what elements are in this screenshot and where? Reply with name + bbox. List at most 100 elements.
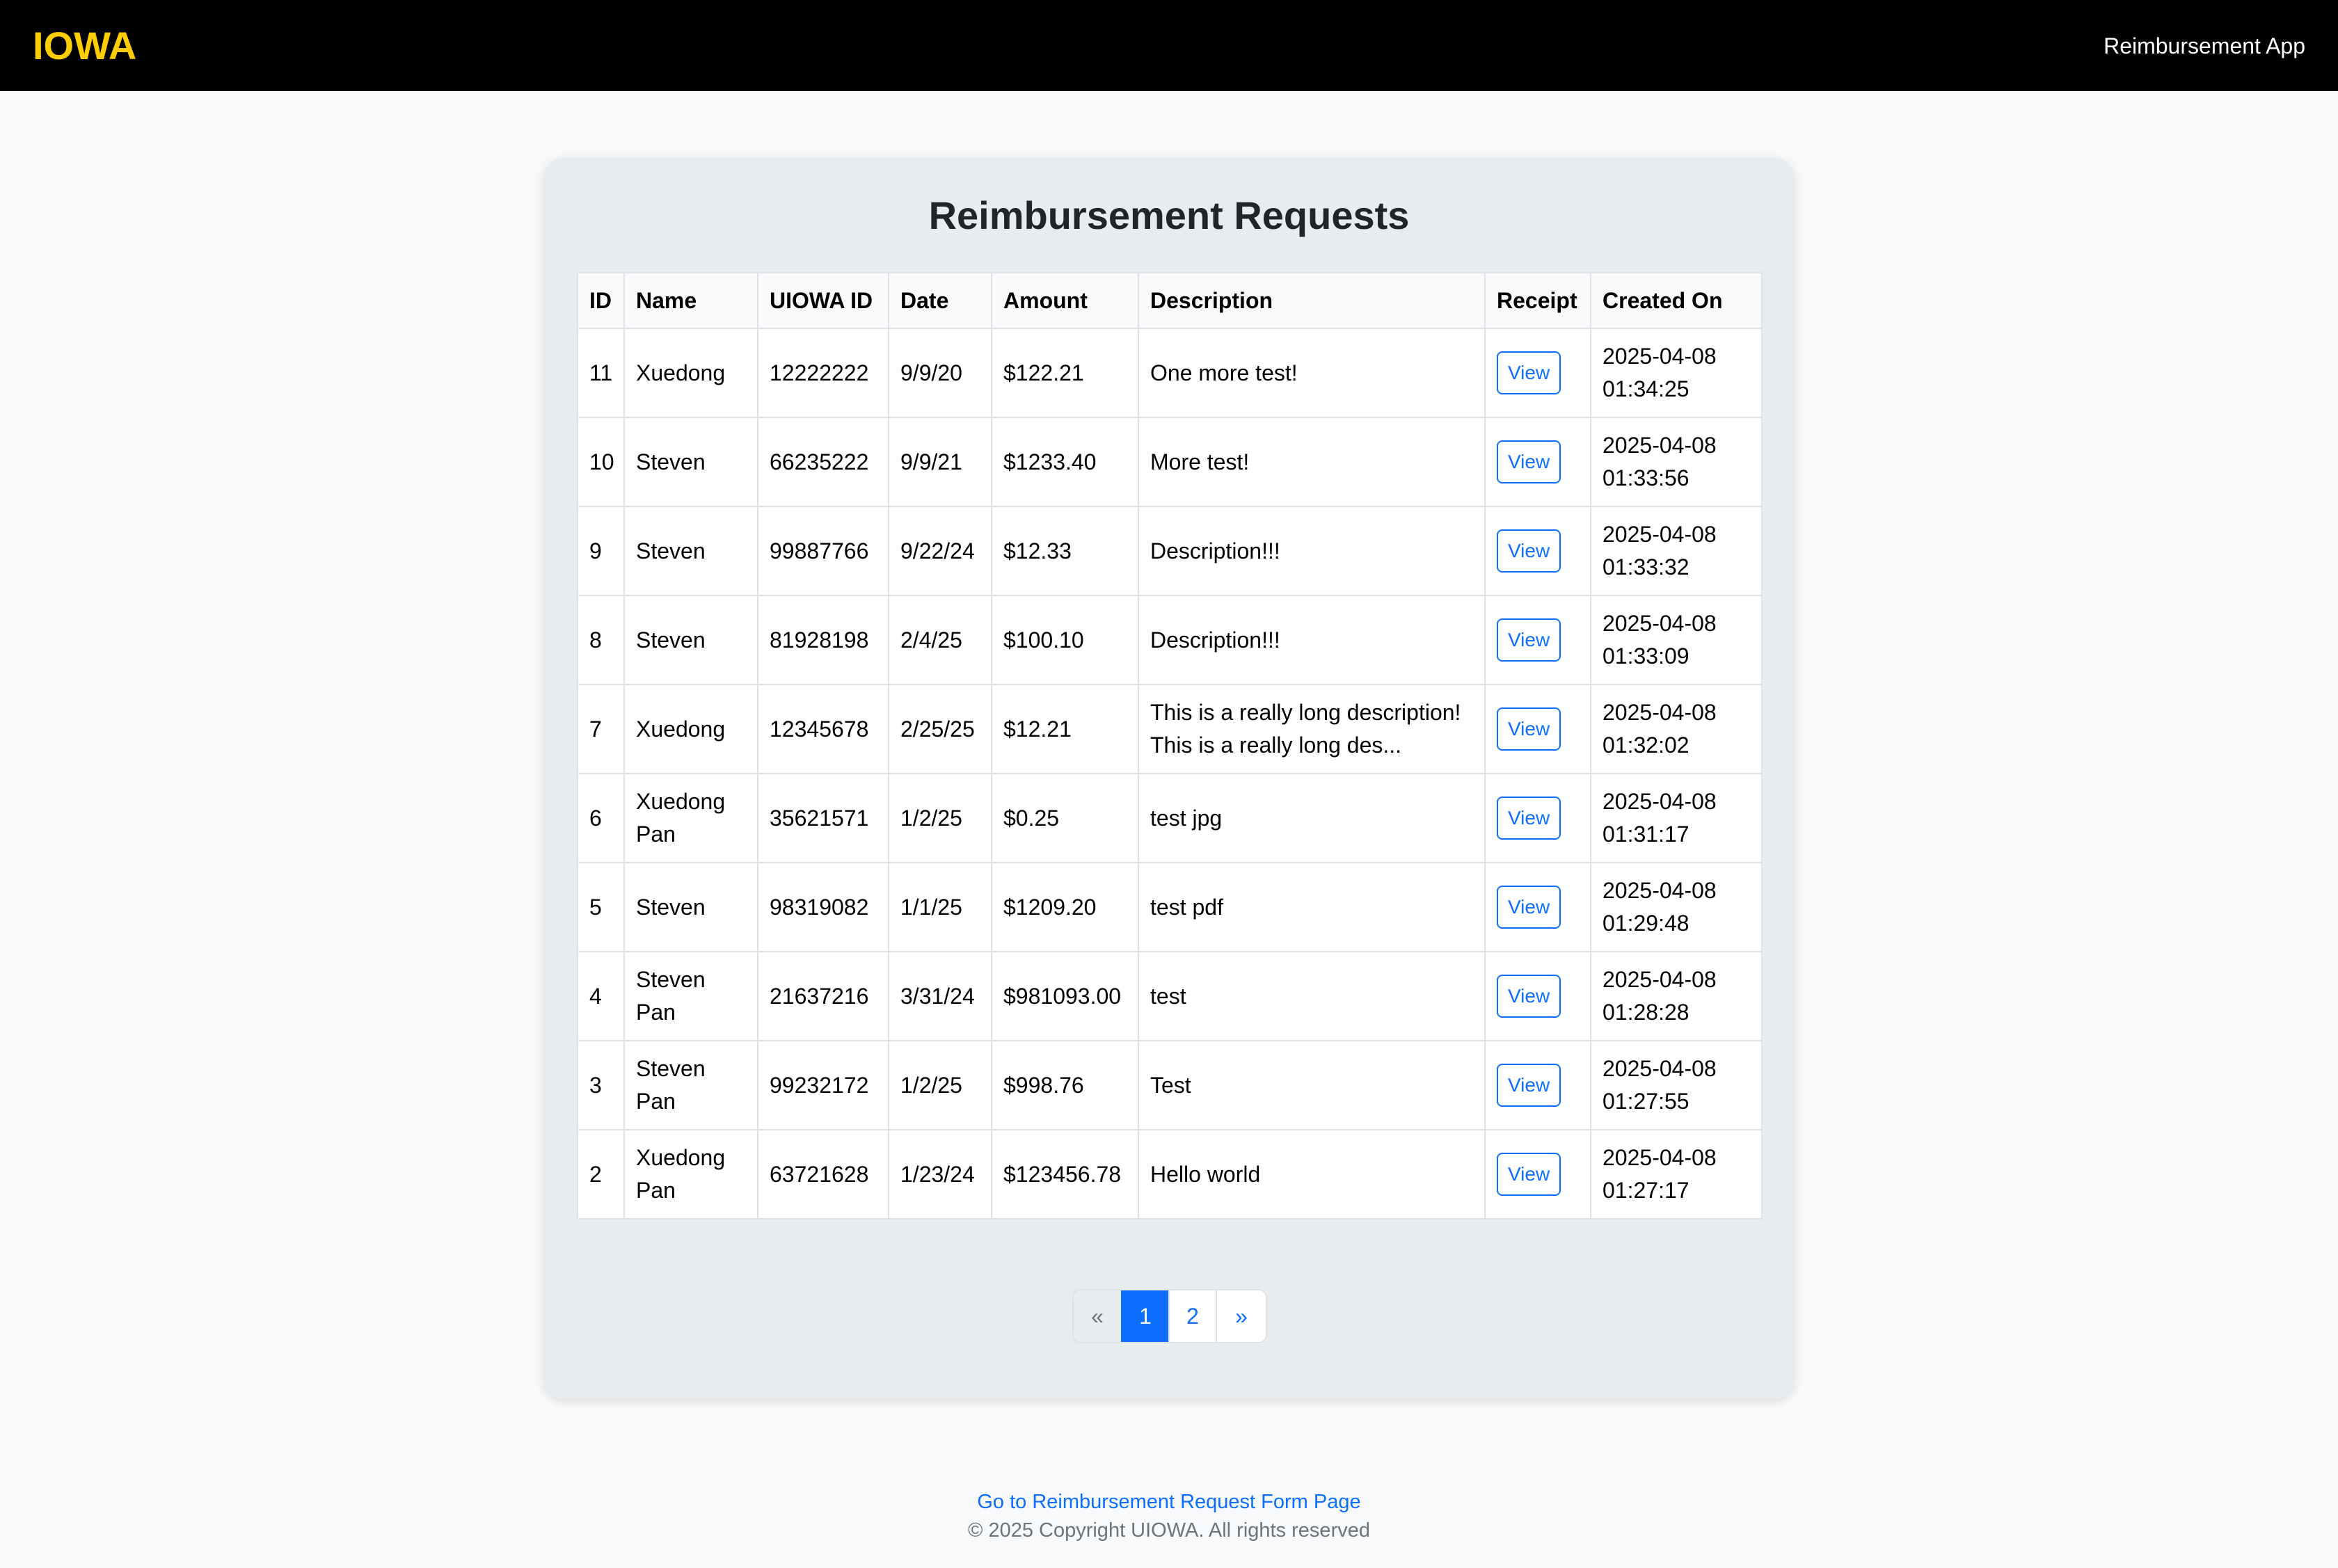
cell-id: 4 xyxy=(577,951,625,1041)
table-row: 9 Steven 99887766 9/22/24 $12.33 Descrip… xyxy=(577,506,1763,596)
cell-receipt: View xyxy=(1484,862,1591,952)
created-time: 01:32:02 xyxy=(1603,733,1689,758)
cell-description: test xyxy=(1138,951,1486,1041)
view-receipt-button[interactable]: View xyxy=(1497,1153,1561,1196)
cell-created-on: 2025-04-08 01:33:32 xyxy=(1590,506,1763,596)
table-row: 3 Steven Pan 99232172 1/2/25 $998.76 Tes… xyxy=(577,1040,1763,1130)
cell-description: Description!!! xyxy=(1138,506,1486,596)
cell-description: Hello world xyxy=(1138,1129,1486,1219)
brand-logo[interactable]: IOWA xyxy=(33,19,136,72)
column-header-amount: Amount xyxy=(991,272,1139,329)
view-receipt-button[interactable]: View xyxy=(1497,797,1561,840)
cell-amount: $122.21 xyxy=(991,328,1139,418)
cell-date: 1/2/25 xyxy=(888,773,992,863)
cell-date: 9/9/20 xyxy=(888,328,992,418)
cell-created-on: 2025-04-08 01:31:17 xyxy=(1590,773,1763,863)
cell-id: 10 xyxy=(577,417,625,507)
table-header-row: ID Name UIOWA ID Date Amount Description… xyxy=(577,272,1763,329)
view-receipt-button[interactable]: View xyxy=(1497,1064,1561,1107)
cell-uiowa-id: 21637216 xyxy=(757,951,889,1041)
cell-receipt: View xyxy=(1484,773,1591,863)
pagination-next[interactable]: » xyxy=(1216,1290,1266,1342)
column-header-uiowa-id: UIOWA ID xyxy=(757,272,889,329)
cell-created-on: 2025-04-08 01:27:17 xyxy=(1590,1129,1763,1219)
view-receipt-button[interactable]: View xyxy=(1497,975,1561,1018)
column-header-created-on: Created On xyxy=(1590,272,1763,329)
pagination-page-1[interactable]: 1 xyxy=(1121,1290,1168,1342)
cell-created-on: 2025-04-08 01:29:48 xyxy=(1590,862,1763,952)
view-receipt-button[interactable]: View xyxy=(1497,886,1561,929)
table-row: 10 Steven 66235222 9/9/21 $1233.40 More … xyxy=(577,417,1763,507)
cell-name: Xuedong xyxy=(623,684,758,774)
created-date: 2025-04-08 xyxy=(1603,967,1717,992)
app-title[interactable]: Reimbursement App xyxy=(2104,31,2305,61)
column-header-date: Date xyxy=(888,272,992,329)
table-row: 6 Xuedong Pan 35621571 1/2/25 $0.25 test… xyxy=(577,773,1763,863)
cell-id: 3 xyxy=(577,1040,625,1130)
cell-amount: $0.25 xyxy=(991,773,1139,863)
created-date: 2025-04-08 xyxy=(1603,789,1717,814)
view-receipt-button[interactable]: View xyxy=(1497,618,1561,662)
cell-amount: $1233.40 xyxy=(991,417,1139,507)
created-time: 01:27:55 xyxy=(1603,1089,1689,1114)
view-receipt-button[interactable]: View xyxy=(1497,529,1561,573)
cell-date: 3/31/24 xyxy=(888,951,992,1041)
cell-receipt: View xyxy=(1484,417,1591,507)
cell-name: Steven xyxy=(623,862,758,952)
created-date: 2025-04-08 xyxy=(1603,1145,1717,1170)
cell-id: 5 xyxy=(577,862,625,952)
cell-uiowa-id: 99232172 xyxy=(757,1040,889,1130)
table-row: 5 Steven 98319082 1/1/25 $1209.20 test p… xyxy=(577,862,1763,952)
cell-receipt: View xyxy=(1484,1129,1591,1219)
cell-date: 2/4/25 xyxy=(888,595,992,685)
cell-uiowa-id: 98319082 xyxy=(757,862,889,952)
cell-receipt: View xyxy=(1484,684,1591,774)
created-time: 01:31:17 xyxy=(1603,822,1689,847)
column-header-name: Name xyxy=(623,272,758,329)
column-header-description: Description xyxy=(1138,272,1486,329)
pagination: « 1 2 » xyxy=(1072,1289,1267,1343)
cell-name: Steven Pan xyxy=(623,1040,758,1130)
table-row: 7 Xuedong 12345678 2/25/25 $12.21 This i… xyxy=(577,684,1763,774)
cell-description: Test xyxy=(1138,1040,1486,1130)
form-page-link[interactable]: Go to Reimbursement Request Form Page xyxy=(0,1487,2338,1517)
cell-created-on: 2025-04-08 01:28:28 xyxy=(1590,951,1763,1041)
cell-uiowa-id: 81928198 xyxy=(757,595,889,685)
cell-description: test jpg xyxy=(1138,773,1486,863)
created-time: 01:28:28 xyxy=(1603,1000,1689,1025)
cell-amount: $100.10 xyxy=(991,595,1139,685)
view-receipt-button[interactable]: View xyxy=(1497,707,1561,751)
table-row: 4 Steven Pan 21637216 3/31/24 $981093.00… xyxy=(577,951,1763,1041)
created-date: 2025-04-08 xyxy=(1603,344,1717,369)
copyright-text: © 2025 Copyright UIOWA. All rights reser… xyxy=(968,1519,1370,1542)
view-receipt-button[interactable]: View xyxy=(1497,440,1561,483)
cell-created-on: 2025-04-08 01:33:09 xyxy=(1590,595,1763,685)
cell-name: Xuedong Pan xyxy=(623,773,758,863)
top-navbar: IOWA Reimbursement App xyxy=(0,0,2338,91)
cell-name: Steven xyxy=(623,595,758,685)
cell-id: 7 xyxy=(577,684,625,774)
created-date: 2025-04-08 xyxy=(1603,700,1717,725)
cell-name: Steven xyxy=(623,417,758,507)
created-time: 01:33:56 xyxy=(1603,465,1689,490)
cell-uiowa-id: 63721628 xyxy=(757,1129,889,1219)
cell-description: test pdf xyxy=(1138,862,1486,952)
view-receipt-button[interactable]: View xyxy=(1497,351,1561,394)
cell-date: 1/23/24 xyxy=(888,1129,992,1219)
cell-id: 2 xyxy=(577,1129,625,1219)
cell-id: 8 xyxy=(577,595,625,685)
cell-amount: $12.21 xyxy=(991,684,1139,774)
cell-receipt: View xyxy=(1484,951,1591,1041)
cell-amount: $998.76 xyxy=(991,1040,1139,1130)
created-time: 01:33:32 xyxy=(1603,554,1689,579)
cell-name: Steven Pan xyxy=(623,951,758,1041)
cell-date: 1/2/25 xyxy=(888,1040,992,1130)
cell-receipt: View xyxy=(1484,328,1591,418)
created-time: 01:33:09 xyxy=(1603,643,1689,669)
cell-date: 9/22/24 xyxy=(888,506,992,596)
pagination-prev[interactable]: « xyxy=(1074,1290,1121,1342)
cell-uiowa-id: 66235222 xyxy=(757,417,889,507)
pagination-page-2[interactable]: 2 xyxy=(1168,1290,1216,1342)
created-date: 2025-04-08 xyxy=(1603,522,1717,547)
cell-created-on: 2025-04-08 01:27:55 xyxy=(1590,1040,1763,1130)
